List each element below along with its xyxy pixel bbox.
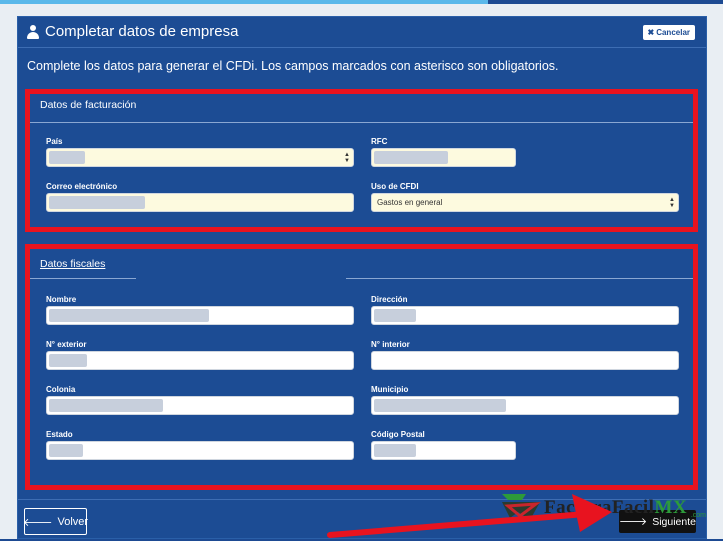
email-redacted-value (49, 196, 145, 209)
estado-redacted-value (49, 444, 83, 457)
colonia-input[interactable] (46, 396, 354, 415)
email-label: Correo electrónico (46, 182, 118, 191)
watermark-domain: .com (690, 512, 706, 519)
direccion-input[interactable] (371, 306, 679, 325)
uso-cfdi-label: Uso de CFDI (371, 182, 419, 191)
cancel-label: Cancelar (656, 28, 690, 37)
facturafacil-logo-icon (502, 494, 541, 520)
facturafacil-watermark: FacturaFacilMX .com (500, 490, 712, 525)
arrow-left-icon: 🡐 (22, 516, 53, 529)
uso-cfdi-select[interactable]: Gastos en general ▲ ▼ (371, 193, 679, 212)
billing-panel-title: Datos de facturación (40, 99, 137, 111)
interior-label: N° interior (371, 340, 410, 349)
fiscal-panel-title: Datos fiscales (40, 258, 106, 270)
nombre-label: Nombre (46, 295, 77, 304)
cancel-button[interactable]: ✖ Cancelar (642, 25, 695, 40)
colonia-redacted-value (49, 399, 163, 412)
watermark-brand: FacturaFacilMX (544, 497, 687, 519)
modal-instructions: Complete los datos para generar el CFDi.… (27, 59, 559, 73)
direccion-label: Dirección (371, 295, 408, 304)
uso-cfdi-value: Gastos en general (377, 198, 443, 207)
pais-redacted-value (49, 151, 85, 164)
fiscal-divider-right (346, 278, 693, 279)
close-icon: ✖ (647, 28, 655, 37)
exterior-redacted-value (49, 354, 87, 367)
billing-divider (30, 122, 693, 123)
estado-input[interactable] (46, 441, 354, 460)
billing-panel: Datos de facturación País ▲ ▼ RFC Correo … (25, 89, 698, 232)
back-button[interactable]: 🡐 Volver (22, 508, 89, 535)
fiscal-divider-left (30, 278, 136, 279)
colonia-label: Colonia (46, 385, 76, 394)
pais-select[interactable]: ▲ ▼ (46, 148, 354, 167)
nombre-input[interactable] (46, 306, 354, 325)
municipio-input[interactable] (371, 396, 679, 415)
exterior-input[interactable] (46, 351, 354, 370)
rfc-input[interactable] (371, 148, 516, 167)
rfc-redacted-value (374, 151, 448, 164)
select-arrows-icon: ▲ ▼ (344, 152, 350, 164)
modal-title-text: Completar datos de empresa (45, 23, 239, 40)
exterior-label: N° exterior (46, 340, 87, 349)
cp-label: Código Postal (371, 430, 425, 439)
municipio-label: Municipio (371, 385, 409, 394)
email-input[interactable] (46, 193, 354, 212)
direccion-redacted-value (374, 309, 416, 322)
select-arrows-icon: ▲ ▼ (669, 197, 675, 209)
estado-label: Estado (46, 430, 73, 439)
cp-input[interactable] (371, 441, 516, 460)
interior-input[interactable] (371, 351, 679, 370)
nombre-redacted-value (49, 309, 209, 322)
modal-header: Completar datos de empresa ✖ Cancelar (18, 17, 706, 48)
rfc-label: RFC (371, 137, 388, 146)
user-icon (27, 24, 39, 39)
company-data-modal: Completar datos de empresa ✖ Cancelar Co… (17, 16, 707, 539)
watermark-brand-main: FacturaFacil (544, 497, 655, 518)
municipio-redacted-value (374, 399, 506, 412)
back-label: Volver (57, 515, 89, 528)
modal-title: Completar datos de empresa (27, 23, 238, 40)
watermark-brand-mx: MX (654, 497, 688, 518)
cp-redacted-value (374, 444, 416, 457)
fiscal-panel: Datos fiscales Nombre Dirección N° exter… (25, 244, 698, 490)
pais-label: País (46, 137, 63, 146)
